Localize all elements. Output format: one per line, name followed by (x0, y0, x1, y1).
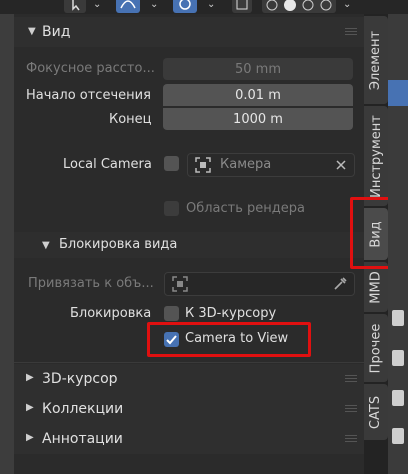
collapse-triangle-icon: ▶ (26, 402, 34, 413)
tab-label: Прочее (368, 323, 384, 373)
tool-strip (388, 14, 408, 474)
select-cursor-button[interactable] (64, 0, 86, 13)
tab-cats[interactable]: CATS (364, 384, 388, 440)
collapse-triangle-icon: ▶ (26, 372, 34, 383)
lock-label: Блокировка (70, 306, 152, 321)
drag-handle-icon[interactable] (345, 375, 357, 383)
section-title: Аннотации (42, 431, 123, 447)
tab-label: MMD (368, 270, 384, 304)
overlay-button[interactable] (173, 0, 197, 13)
view-lock-header[interactable]: ▼ Блокировка вида (14, 232, 364, 258)
cursor-3d-section-header[interactable]: ▶ 3D-курсор (14, 364, 364, 394)
lock-to-cursor-label: К 3D-курсору (185, 306, 277, 321)
lock-object-field[interactable] (164, 272, 355, 296)
lock-to-cursor-checkbox[interactable] (164, 306, 179, 321)
divider (14, 362, 364, 363)
collapse-triangle-icon: ▶ (26, 432, 34, 443)
tab-element[interactable]: Элемент (364, 16, 388, 104)
drag-handle-icon[interactable] (345, 405, 357, 413)
render-region-label: Область рендера (186, 201, 305, 216)
shading-icons (266, 0, 332, 11)
tab-label: Инструмент (368, 114, 384, 198)
focal-length-label: Фокусное рассто... (26, 61, 155, 76)
curve-button[interactable] (116, 0, 140, 13)
section-title: Вид (42, 24, 71, 40)
shading-buttons[interactable] (262, 0, 336, 13)
chevron-down-icon[interactable]: ⌄ (343, 0, 351, 10)
object-icon (195, 157, 211, 173)
local-camera-label: Local Camera (63, 157, 152, 172)
section-title: 3D-курсор (42, 371, 118, 387)
expand-triangle-icon: ▼ (28, 26, 36, 37)
clip-end-field[interactable]: 1000 m (163, 108, 353, 130)
camera-object-field[interactable]: Камера (187, 153, 355, 177)
tab-mmd[interactable]: MMD (364, 262, 388, 312)
camera-field-placeholder: Камера (220, 157, 272, 172)
focal-length-field[interactable]: 50 mm (163, 58, 353, 80)
clip-start-field[interactable]: 0.01 m (163, 84, 353, 106)
local-camera-checkbox[interactable] (164, 156, 179, 171)
lock-to-object-label: Привязать к объ... (28, 276, 154, 291)
section-title: Коллекции (42, 401, 124, 417)
cursor-icon (72, 0, 80, 11)
header-toolbar: ⌄ ⌄ ⌄ ⌄ (0, 0, 408, 14)
chevron-down-icon[interactable]: ⌄ (150, 0, 158, 10)
chevron-down-icon[interactable]: ⌄ (93, 0, 101, 10)
xray-button[interactable] (232, 0, 252, 13)
close-icon[interactable] (334, 158, 348, 172)
view-lock-title: Блокировка вида (59, 237, 178, 252)
clip-start-label: Начало отсечения (26, 88, 151, 103)
clip-end-label: Конец (109, 112, 152, 127)
expand-triangle-icon: ▼ (42, 240, 50, 251)
tab-label: CATS (368, 395, 384, 429)
object-icon (172, 276, 188, 292)
tab-misc[interactable]: Прочее (364, 314, 388, 382)
tab-tool[interactable]: Инструмент (364, 106, 388, 206)
overlay-icon (179, 0, 191, 10)
render-region-checkbox[interactable] (164, 201, 179, 216)
annotations-section-header[interactable]: ▶ Аннотации (14, 424, 364, 454)
highlight-box (147, 322, 311, 357)
tab-label: Элемент (368, 30, 384, 90)
viewport-edge (0, 14, 14, 474)
collections-section-header[interactable]: ▶ Коллекции (14, 394, 364, 424)
drag-handle-icon[interactable] (345, 435, 357, 443)
curve-icon (120, 0, 136, 9)
eyedropper-icon[interactable] (332, 276, 348, 292)
view-section-header[interactable]: ▼ Вид (14, 17, 364, 47)
drag-handle-icon[interactable] (345, 28, 357, 36)
xray-icon (236, 0, 248, 10)
chevron-down-icon[interactable]: ⌄ (207, 0, 215, 10)
